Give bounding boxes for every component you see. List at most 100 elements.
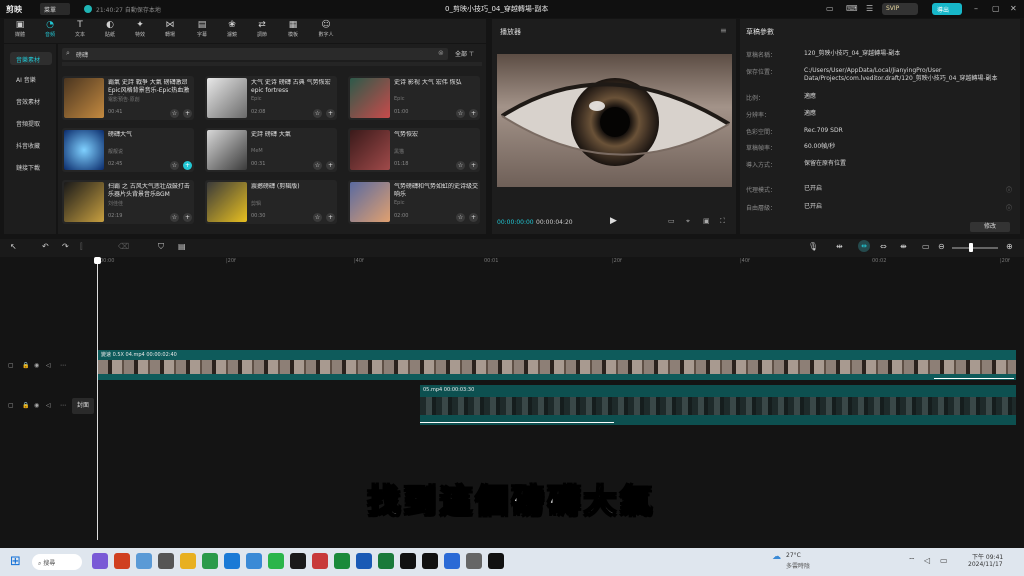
add-icon[interactable]: + <box>183 213 192 222</box>
sidebar-item-music[interactable]: 音樂素材 <box>10 52 52 65</box>
music-card[interactable]: 震撼磅礴 (剪辑版) 剪辑 00:30 ☆ + <box>205 180 337 224</box>
xbox-icon[interactable] <box>334 553 350 569</box>
link-icon[interactable]: ⇔ <box>880 242 887 251</box>
sidebar-item-link[interactable]: 鏈接下載 <box>10 160 52 173</box>
music-card[interactable]: 史诗 影视 大气 宏伟 恢弘 Epic 01:00 ☆ + <box>348 76 480 120</box>
photo-icon[interactable] <box>444 553 460 569</box>
jianying-icon[interactable] <box>488 553 504 569</box>
shortcut-icon[interactable]: ⌨ <box>846 4 858 13</box>
edge-icon[interactable] <box>224 553 240 569</box>
add-icon[interactable]: + <box>326 109 335 118</box>
minimize-icon[interactable]: – <box>974 4 978 13</box>
export-button[interactable]: 導出 <box>932 3 962 15</box>
line-icon[interactable] <box>268 553 284 569</box>
photos-icon[interactable] <box>246 553 262 569</box>
favorite-icon[interactable]: ☆ <box>313 109 322 118</box>
add-icon[interactable]: + <box>183 161 192 170</box>
snap-icon[interactable]: ⇹ <box>858 240 870 252</box>
clock-time[interactable]: 下午 09:41 <box>972 552 1003 561</box>
fit-icon[interactable]: ▭ <box>922 242 930 251</box>
video-clip-main[interactable]: 變速 0.5X 04.mp4 00:00:02:40 <box>98 350 1016 380</box>
player-menu-icon[interactable]: ≡ <box>720 26 727 35</box>
track-lock-icon[interactable]: ▢ <box>8 402 14 409</box>
volume-icon[interactable]: ◁ <box>924 556 930 565</box>
clear-icon[interactable]: ⊗ <box>438 49 444 57</box>
focus-icon[interactable]: ⌖ <box>686 217 690 226</box>
cover-button[interactable]: 封面 <box>72 398 94 414</box>
undo-icon[interactable]: ↶ <box>42 242 49 251</box>
track-lock-icon[interactable]: ▢ <box>8 362 14 369</box>
music-card[interactable]: 霸氣 史詩 戰爭 大氣 磅礴激昂 Epic风格背景音乐-Epic热血激昂-出征 … <box>62 76 194 120</box>
maximize-icon[interactable]: ▢ <box>992 4 1000 13</box>
word-icon[interactable] <box>356 553 372 569</box>
sidebar-item-sfx[interactable]: 音效素材 <box>10 94 52 107</box>
add-icon[interactable]: + <box>326 213 335 222</box>
add-icon[interactable]: + <box>469 109 478 118</box>
marker-icon[interactable]: ⛉ <box>158 242 164 252</box>
tab-filter[interactable]: ❀ 濾鏡 <box>220 20 244 42</box>
track-more-icon[interactable]: ⋯ <box>60 402 66 409</box>
windows-start-icon[interactable]: ⊞ <box>10 554 21 569</box>
link-main-icon[interactable]: ⇹ <box>836 242 843 251</box>
music-card[interactable]: 气势恢宏 黑猫 01:18 ☆ + <box>348 128 480 172</box>
favorite-icon[interactable]: ☆ <box>456 161 465 170</box>
tab-avatar[interactable]: ☺ 數字人 <box>312 20 340 42</box>
close-icon[interactable]: ✕ <box>1010 4 1017 13</box>
tab-sticker[interactable]: ◐ 貼紙 <box>98 20 122 42</box>
info-icon[interactable]: ⓘ <box>1006 185 1012 194</box>
music-card[interactable]: 扫霸 之 古风大气悲壮战鼓打击乐器片头背景音乐BGM 刘佳佳 02:19 ☆ + <box>62 180 194 224</box>
explorer-icon[interactable] <box>180 553 196 569</box>
fullscreen-icon[interactable]: ⛶ <box>720 217 725 226</box>
ratio-icon[interactable]: ▭ <box>668 217 675 225</box>
office-icon[interactable] <box>114 553 130 569</box>
info-icon[interactable]: ⓘ <box>1006 203 1012 212</box>
favorite-icon[interactable]: ☆ <box>170 109 179 118</box>
battery-icon[interactable]: ▭ <box>940 556 948 565</box>
notepad-icon[interactable] <box>136 553 152 569</box>
copilot-icon[interactable] <box>92 553 108 569</box>
snip-icon[interactable] <box>312 553 328 569</box>
preview-axis-icon[interactable]: ⇼ <box>900 242 907 251</box>
capture-icon[interactable]: ▤ <box>178 242 186 251</box>
favorite-icon[interactable]: ☆ <box>170 161 179 170</box>
filter-dropdown[interactable]: 全部 ⊤ <box>455 49 474 58</box>
wifi-icon[interactable]: ⌔ <box>908 556 916 566</box>
zoom-out-icon[interactable]: ⊖ <box>938 242 945 251</box>
video-clip-secondary[interactable]: 05.mp4 00:00:03:30 <box>420 385 1016 425</box>
zoom-in-icon[interactable]: ⊕ <box>1006 242 1013 251</box>
menu-button[interactable]: 菜單 <box>40 3 70 15</box>
preview-quality-icon[interactable]: ▣ <box>703 217 710 225</box>
video-preview[interactable] <box>497 54 732 187</box>
select-tool-icon[interactable]: ↖ <box>10 242 17 251</box>
sidebar-item-douyin[interactable]: 抖音收藏 <box>10 138 52 151</box>
zoom-slider[interactable] <box>952 247 998 249</box>
weather-temp[interactable]: 27°C <box>786 552 801 559</box>
edit-properties-button[interactable]: 修改 <box>970 222 1010 232</box>
tab-template[interactable]: ▦ 模板 <box>281 20 305 42</box>
favorite-icon[interactable]: ☆ <box>313 161 322 170</box>
layout-icon[interactable]: ▭ <box>826 4 834 13</box>
add-icon[interactable]: + <box>469 161 478 170</box>
play-icon[interactable]: ▶ <box>610 216 617 226</box>
delete-icon[interactable]: ⌫ <box>118 242 129 251</box>
add-icon[interactable]: + <box>326 161 335 170</box>
mic-icon[interactable]: 🎙 <box>808 242 818 251</box>
chrome-icon[interactable] <box>202 553 218 569</box>
tab-effects[interactable]: ✦ 特效 <box>128 20 152 42</box>
music-card[interactable]: 磅礴大气 靓靓说 02:45 ☆ + <box>62 128 194 172</box>
capcut-icon[interactable] <box>400 553 416 569</box>
track-mute-icon[interactable]: ◁ <box>46 362 51 369</box>
svip-badge[interactable]: SVIP <box>882 3 918 15</box>
add-icon[interactable]: + <box>183 109 192 118</box>
track-mute-icon[interactable]: ◁ <box>46 402 51 409</box>
sidebar-item-ai-music[interactable]: AI 音樂 <box>10 72 52 85</box>
tab-transition[interactable]: ⋈ 轉場 <box>158 20 182 42</box>
search-input[interactable]: ⌕ 磅礴 ⊗ <box>62 48 448 60</box>
track-visible-icon[interactable]: ◉ <box>34 402 39 409</box>
settings-icon[interactable]: ☰ <box>866 4 873 13</box>
zoom-slider-handle[interactable] <box>969 243 973 252</box>
excel-icon[interactable] <box>378 553 394 569</box>
favorite-icon[interactable]: ☆ <box>170 213 179 222</box>
tab-text[interactable]: T 文本 <box>68 20 92 42</box>
media-player-icon[interactable] <box>290 553 306 569</box>
